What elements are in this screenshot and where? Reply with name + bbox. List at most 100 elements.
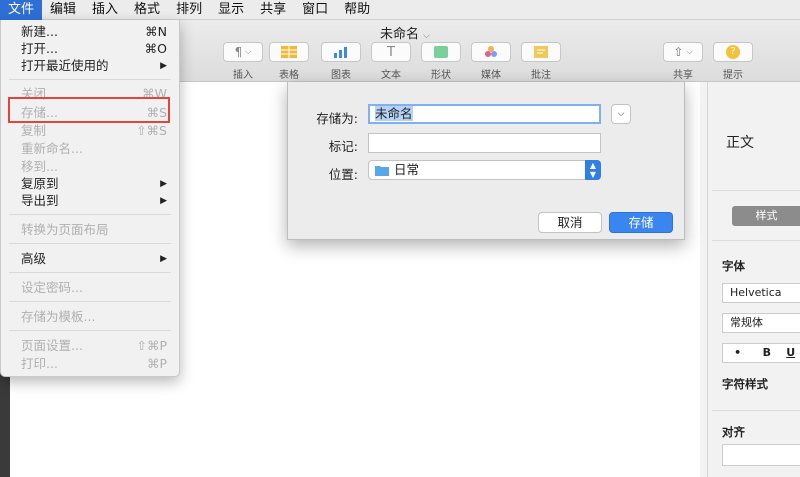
menu-item-export-to[interactable]: 导出到 ▶: [1, 192, 179, 210]
save-as-field[interactable]: 未命名: [368, 104, 601, 124]
share-label: 共享: [673, 70, 693, 81]
menu-item-print[interactable]: 打印... ⌘P: [1, 355, 179, 373]
table-label: 表格: [279, 70, 299, 81]
table-button[interactable]: 表格: [268, 42, 310, 81]
comment-label: 批注: [531, 70, 551, 81]
menu-item-revert-to[interactable]: 复原到 ▶: [1, 175, 179, 193]
share-button[interactable]: ⇧ ⌵ 共享: [662, 42, 704, 81]
bold-button[interactable]: B: [752, 344, 781, 362]
text-icon: T: [387, 44, 395, 60]
media-label: 媒体: [481, 70, 501, 81]
shortcut-label: ⇧⌘P: [136, 338, 167, 353]
menu-item-open-recent[interactable]: 打开最近使用的 ▶: [1, 57, 179, 75]
comment-icon: [534, 46, 548, 58]
shape-button[interactable]: 形状: [420, 42, 462, 81]
menu-item-duplicate[interactable]: 复制 ⇧⌘S: [1, 122, 179, 140]
font-weight-select[interactable]: 常规体: [722, 313, 800, 333]
text-label: 文本: [381, 70, 401, 81]
submenu-arrow-icon: ▶: [160, 179, 167, 189]
chart-button[interactable]: 图表: [320, 42, 362, 81]
chart-label: 图表: [331, 70, 351, 81]
tips-label: 提示: [723, 70, 743, 81]
menu-item-convert-page-layout[interactable]: 转换为页面布局: [1, 221, 179, 239]
font-family-select[interactable]: Helvetica: [722, 283, 800, 303]
cancel-button[interactable]: 取消: [538, 212, 602, 233]
menu-window[interactable]: 窗口: [294, 0, 336, 20]
save-highlight-box: [8, 97, 170, 123]
divider: [712, 240, 800, 241]
menu-separator: [9, 79, 171, 80]
tags-field[interactable]: [368, 133, 601, 153]
menu-view[interactable]: 显示: [210, 0, 252, 20]
submenu-arrow-icon: ▶: [160, 196, 167, 206]
paragraph-style-heading[interactable]: 正文: [726, 132, 754, 152]
location-value: 日常: [394, 162, 420, 177]
chevron-down-icon: ⌵: [423, 31, 430, 41]
bullet-button[interactable]: •: [723, 344, 752, 362]
chart-icon: [334, 47, 347, 58]
submenu-arrow-icon: ▶: [160, 61, 167, 71]
menu-separator: [9, 272, 171, 273]
save-dialog: 存储为: 未命名 ⌵ 标记: 位置: 日常 ▲ ▼ 取消 存储: [287, 82, 685, 240]
menu-help[interactable]: 帮助: [336, 0, 378, 20]
shortcut-label: ⇧⌘S: [136, 123, 167, 138]
location-select[interactable]: 日常 ▲ ▼: [368, 160, 601, 180]
divider: [712, 190, 800, 191]
table-icon: [281, 46, 297, 58]
menu-separator: [9, 330, 171, 331]
underline-button[interactable]: U: [781, 344, 800, 362]
menu-item-set-password[interactable]: 设定密码...: [1, 279, 179, 297]
divider: [712, 410, 800, 411]
insert-button[interactable]: ¶ ⌵ 插入: [222, 42, 264, 81]
text-button[interactable]: T 文本: [370, 42, 412, 81]
folder-icon: [375, 165, 389, 176]
menu-separator: [9, 243, 171, 244]
save-as-label: 存储为:: [316, 111, 358, 126]
media-button[interactable]: 媒体: [470, 42, 512, 81]
chevron-down-icon: ⌵: [245, 47, 252, 56]
insert-label: 插入: [233, 70, 253, 81]
stepper-icon: ▲ ▼: [585, 160, 601, 180]
shape-label: 形状: [431, 70, 451, 81]
file-menu: 新建... ⌘N 打开... ⌘O 打开最近使用的 ▶ 关闭 ⌘W 存储... ⌘S 复制…: [0, 20, 180, 377]
style-button[interactable]: 样式: [732, 206, 800, 226]
shortcut-label: ⌘P: [146, 356, 167, 371]
submenu-arrow-icon: ▶: [160, 254, 167, 264]
shortcut-label: ⌘O: [144, 41, 167, 56]
font-label: 字体: [722, 259, 745, 273]
menu-item-open[interactable]: 打开... ⌘O: [1, 40, 179, 58]
menu-format[interactable]: 格式: [126, 0, 168, 20]
share-icon: ⇧: [673, 45, 684, 59]
menu-item-rename[interactable]: 重新命名...: [1, 140, 179, 158]
menu-item-advanced[interactable]: 高级 ▶: [1, 250, 179, 268]
save-button[interactable]: 存储: [609, 212, 673, 233]
menu-arrange[interactable]: 排列: [168, 0, 210, 20]
shortcut-label: ⌘N: [145, 24, 167, 39]
menu-share[interactable]: 共享: [252, 0, 294, 20]
menu-edit[interactable]: 编辑: [42, 0, 84, 20]
comment-button[interactable]: 批注: [520, 42, 562, 81]
menu-separator: [9, 301, 171, 302]
screen: { "menubar": { "items": ["文件", "编辑", "插入…: [0, 0, 800, 477]
align-buttons[interactable]: [722, 444, 800, 466]
expand-dialog-button[interactable]: ⌵: [611, 104, 631, 124]
media-icon: [485, 46, 497, 57]
paragraph-icon: ¶: [234, 45, 243, 59]
location-label: 位置:: [328, 167, 358, 182]
menu-item-move-to[interactable]: 移到...: [1, 158, 179, 176]
text-style-buttons: • B U: [722, 343, 800, 363]
menu-file[interactable]: 文件: [0, 0, 43, 20]
menu-item-page-setup[interactable]: 页面设置... ⇧⌘P: [1, 337, 179, 355]
tips-button[interactable]: ? 提示: [712, 42, 754, 81]
tips-icon: ?: [726, 45, 740, 59]
menu-item-save-as-template[interactable]: 存储为模板...: [1, 308, 179, 326]
menu-separator: [9, 214, 171, 215]
char-style-label: 字符样式: [722, 377, 768, 391]
save-as-value: 未命名: [375, 106, 413, 121]
chevron-down-icon: ⌵: [686, 47, 693, 56]
menu-item-new[interactable]: 新建... ⌘N: [1, 23, 179, 41]
chevron-down-icon: ⌵: [617, 109, 625, 119]
shape-icon: [434, 46, 448, 58]
menu-insert[interactable]: 插入: [84, 0, 126, 20]
format-panel: 正文 样式 字体 Helvetica 常规体 • B U 字符样式 对齐: [707, 82, 800, 477]
